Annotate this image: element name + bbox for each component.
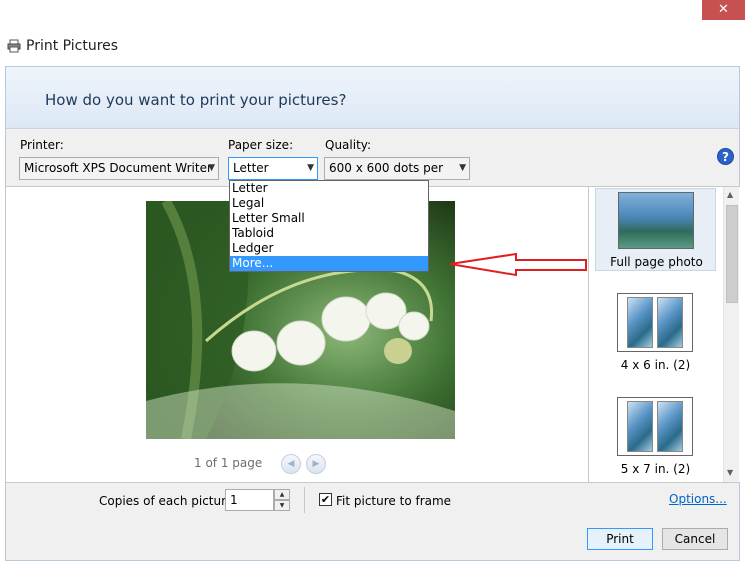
scroll-down-icon[interactable]: ▼ <box>727 468 733 477</box>
layout-thumbnail <box>617 293 693 352</box>
cancel-button[interactable]: Cancel <box>662 528 728 550</box>
paper-size-option[interactable]: Letter Small <box>230 211 428 226</box>
chevron-down-icon: ▼ <box>208 163 215 173</box>
options-link[interactable]: Options... <box>669 492 727 506</box>
paper-size-option[interactable]: Ledger <box>230 241 428 256</box>
close-button[interactable]: ✕ <box>702 0 745 20</box>
layout-5x7[interactable]: 5 x 7 in. (2) <box>595 397 716 479</box>
thumbnail-photo <box>657 401 683 452</box>
window-title: Print Pictures <box>26 38 119 54</box>
paper-size-option[interactable]: Legal <box>230 196 428 211</box>
thumbnail-photo <box>627 297 653 348</box>
layout-4x6[interactable]: 4 x 6 in. (2) <box>595 293 716 375</box>
divider <box>304 487 305 513</box>
thumbnail-photo <box>657 297 683 348</box>
layout-caption: Full page photo <box>610 255 703 269</box>
help-icon[interactable]: ? <box>717 148 734 165</box>
paper-size-option[interactable]: Letter <box>230 181 428 196</box>
scroll-up-icon[interactable]: ▲ <box>727 190 733 199</box>
next-page-button[interactable]: ▶ <box>306 454 326 474</box>
fit-picture-checkbox[interactable]: ✔ <box>319 493 332 506</box>
printer-icon <box>7 39 21 53</box>
chevron-down-icon: ▼ <box>307 163 314 173</box>
quality-select[interactable]: 600 x 600 dots per inch ▼ <box>324 157 470 196</box>
printer-label: Printer: <box>20 138 64 152</box>
thumbnail-photo <box>627 401 653 452</box>
stepper-up-icon[interactable]: ▲ <box>274 489 290 500</box>
scrollbar-thumb[interactable] <box>726 205 738 303</box>
previous-page-button[interactable]: ◀ <box>281 454 301 474</box>
paper-size-select[interactable]: Letter ▼ <box>228 157 318 180</box>
copies-label: Copies of each picture: <box>99 494 238 508</box>
layout-caption: 5 x 7 in. (2) <box>620 462 691 476</box>
paper-size-option-more[interactable]: More... <box>230 256 428 271</box>
header-banner: How do you want to print your pictures? <box>6 67 739 129</box>
layout-thumbnail <box>617 397 693 456</box>
copies-stepper[interactable]: ▲ ▼ <box>274 489 290 511</box>
print-button[interactable]: Print <box>587 528 653 550</box>
page-counter: 1 of 1 page <box>194 456 263 470</box>
printer-select[interactable]: Microsoft XPS Document Writer ▼ <box>19 157 219 180</box>
chevron-down-icon: ▼ <box>459 163 466 173</box>
layout-caption: 4 x 6 in. (2) <box>620 358 691 372</box>
banner-heading: How do you want to print your pictures? <box>45 91 347 109</box>
fit-picture-label: Fit picture to frame <box>336 494 452 508</box>
copies-input[interactable]: 1 <box>225 489 274 511</box>
paper-size-label: Paper size: <box>228 138 294 152</box>
paper-size-select-value: Letter <box>233 161 269 175</box>
printer-select-value: Microsoft XPS Document Writer <box>24 161 212 175</box>
paper-size-option[interactable]: Tabloid <box>230 226 428 241</box>
paper-size-dropdown: Letter Legal Letter Small Tabloid Ledger… <box>229 180 429 272</box>
layout-full-page-photo[interactable]: Full page photo <box>595 188 716 271</box>
layouts-scrollbar[interactable]: ▲ ▼ <box>723 187 739 482</box>
layout-thumbnail <box>618 192 694 249</box>
annotation-arrow-icon <box>449 253 587 277</box>
quality-label: Quality: <box>325 138 372 152</box>
stepper-down-icon[interactable]: ▼ <box>274 500 290 511</box>
